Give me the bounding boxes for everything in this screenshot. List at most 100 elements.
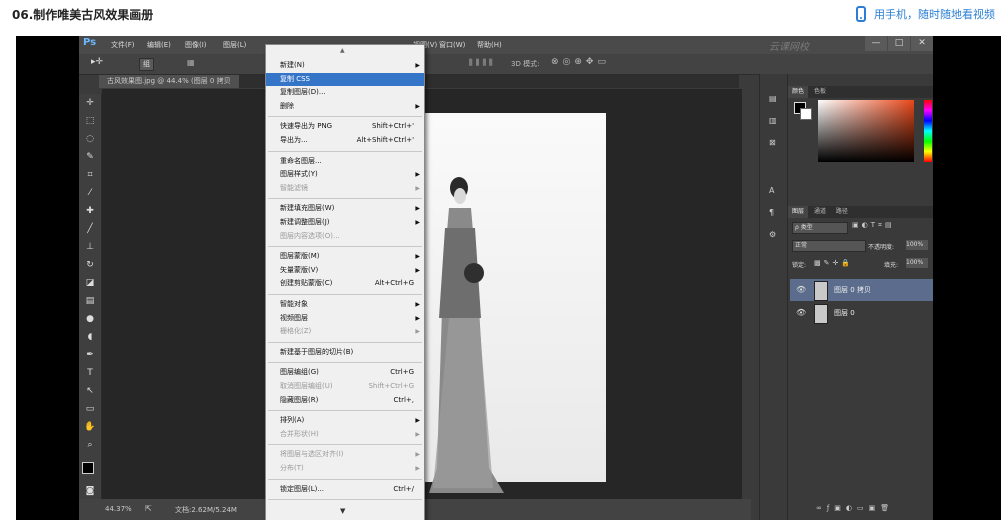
tab-swatches[interactable]: 色板: [810, 86, 830, 98]
restore-button[interactable]: □: [888, 36, 910, 51]
hue-slider[interactable]: [924, 100, 932, 162]
adjust-panel-icon[interactable]: ⊠: [769, 138, 776, 147]
tool-presets-icon[interactable]: ⚙: [769, 230, 776, 239]
visibility-eye-icon[interactable]: 👁: [796, 285, 806, 294]
tab-channels[interactable]: 通道: [810, 206, 830, 218]
healing-brush-icon[interactable]: ✚: [84, 206, 96, 217]
menu-item[interactable]: 图层内容选项(O)...: [266, 230, 424, 243]
tab-layers[interactable]: 图层: [788, 206, 809, 218]
eraser-tool-icon[interactable]: ◪: [84, 278, 96, 289]
menu-item[interactable]: 新建调整图层(J) ▶: [266, 216, 424, 229]
zoom-tool-icon[interactable]: ⌕: [84, 440, 96, 451]
menu-item[interactable]: 删除 ▶: [266, 100, 424, 113]
fill-input[interactable]: 100%: [906, 258, 928, 268]
menu-item[interactable]: 新建(N) ▶: [266, 59, 424, 72]
lasso-tool-icon[interactable]: ◌: [84, 134, 96, 145]
move-tool-icon[interactable]: ✛: [84, 98, 96, 109]
menu-item[interactable]: 排列(A) ▶: [266, 414, 424, 427]
color-picker-field[interactable]: [818, 100, 914, 162]
visibility-eye-icon[interactable]: 👁: [796, 308, 806, 317]
menu-item[interactable]: 创建剪贴蒙版(C) Alt+Ctrl+G: [266, 277, 424, 290]
crop-tool-icon[interactable]: ⌗: [84, 170, 96, 181]
history-brush-icon[interactable]: ↻: [84, 260, 96, 271]
gradient-tool-icon[interactable]: ▤: [84, 296, 96, 307]
tab-color[interactable]: 颜色: [788, 86, 809, 98]
scroll-down-arrow-icon[interactable]: ▼: [340, 507, 345, 515]
auto-select-dropdown[interactable]: 组: [139, 58, 154, 71]
menu-item[interactable]: 复制 CSS: [266, 72, 424, 86]
menu-item-label: 矢量蒙版(V): [280, 265, 319, 274]
panel-background-swatch[interactable]: [800, 108, 812, 120]
pen-tool-icon[interactable]: ✒: [84, 350, 96, 361]
3d-tools-icons[interactable]: ⊗◎⊕✥▭: [551, 57, 610, 67]
marquee-tool-icon[interactable]: ⬚: [84, 116, 96, 127]
menu-item-label: 新建填充图层(W): [280, 204, 335, 213]
menu-item[interactable]: 图层蒙版(M) ▶: [266, 250, 424, 263]
menubar-item[interactable]: 图层(L): [223, 40, 246, 50]
document-tab[interactable]: 古风效果图.jpg @ 44.4% (图层 0 拷贝: [99, 75, 239, 88]
menu-item[interactable]: 图层编组(G) Ctrl+G: [266, 366, 424, 379]
menubar-item[interactable]: 帮助(H): [477, 40, 502, 50]
menu-item[interactable]: 重命名图层...: [266, 155, 424, 168]
mobile-view-link[interactable]: 用手机，随时随地看视频: [856, 6, 995, 22]
layer-actions-bar[interactable]: ∞ƒ▣◐▭▣🗑: [816, 504, 894, 512]
type-tool-icon[interactable]: T: [84, 368, 96, 379]
menu-item[interactable]: 图层样式(Y) ▶: [266, 168, 424, 181]
menu-item[interactable]: 栅格化(Z) ▶: [266, 325, 424, 338]
menubar-item[interactable]: 窗口(W): [439, 40, 465, 50]
menu-item[interactable]: 视频图层 ▶: [266, 312, 424, 325]
dodge-tool-icon[interactable]: ◖: [84, 332, 96, 343]
blend-mode-dropdown[interactable]: 正常: [792, 240, 866, 252]
tab-paths[interactable]: 路径: [832, 206, 852, 218]
close-button[interactable]: ✕: [911, 36, 933, 51]
stamp-tool-icon[interactable]: ⊥: [84, 242, 96, 253]
menubar-item[interactable]: 编辑(E): [147, 40, 171, 50]
menu-item[interactable]: 锁定图层(L)... Ctrl+/: [266, 483, 424, 496]
menu-item[interactable]: 分布(T) ▶: [266, 462, 424, 475]
menu-item[interactable]: 取消图层编组(U) Shift+Ctrl+G: [266, 380, 424, 393]
menu-item[interactable]: 智能对象 ▶: [266, 298, 424, 311]
eyedropper-tool-icon[interactable]: ⁄: [84, 188, 96, 199]
path-select-icon[interactable]: ↖: [84, 386, 96, 397]
character-panel-icon[interactable]: A: [769, 186, 774, 195]
video-player[interactable]: Ps 文件(F) 编辑(E) 图像(I) 图层(L) 视图(V) 窗口(W) 帮助(H) 云…: [16, 36, 1001, 520]
export-icon[interactable]: ⇱: [145, 504, 152, 513]
history-panel-icon[interactable]: ▤: [769, 94, 777, 103]
foreground-color-swatch[interactable]: [82, 462, 94, 474]
brush-tool-icon[interactable]: ╱: [84, 224, 96, 235]
menu-item[interactable]: 智能滤镜 ▶: [266, 182, 424, 195]
menubar-item[interactable]: 图像(I): [185, 40, 207, 50]
layer-row[interactable]: 👁 图层 0: [790, 302, 933, 324]
layer-filter-icons[interactable]: ▣◐T⌗▤: [852, 221, 895, 230]
menu-item[interactable]: 隐藏图层(R) Ctrl+,: [266, 394, 424, 407]
layer-filter-dropdown[interactable]: ρ 类型: [792, 222, 848, 234]
align-icons[interactable]: ⫼⫼⫼⫼: [469, 58, 496, 68]
hand-tool-icon[interactable]: ✋: [84, 422, 96, 433]
menu-item[interactable]: 导出为... Alt+Shift+Ctrl+': [266, 134, 424, 147]
layer-thumbnail: [814, 281, 828, 301]
move-tool-icon[interactable]: ▸✛: [91, 57, 103, 67]
transform-controls-icon[interactable]: ▦: [187, 58, 195, 67]
menu-item[interactable]: 将图层与选区对齐(I) ▶: [266, 448, 424, 461]
menu-item[interactable]: 快速导出为 PNG Shift+Ctrl+': [266, 120, 424, 133]
quick-mask-icon[interactable]: ◙: [84, 486, 96, 497]
properties-panel-icon[interactable]: ▥: [769, 116, 777, 125]
minimize-button[interactable]: —: [865, 36, 887, 51]
menu-item[interactable]: 矢量蒙版(V) ▶: [266, 264, 424, 277]
menu-item-label: 新建(N): [280, 61, 305, 69]
lock-icons[interactable]: ▩✎✛🔒: [814, 259, 853, 267]
menubar-item[interactable]: 文件(F): [111, 40, 135, 50]
menu-item[interactable]: 合并形状(H) ▶: [266, 428, 424, 441]
layer-row[interactable]: 👁 图层 0 拷贝: [790, 279, 933, 301]
rectangle-tool-icon[interactable]: ▭: [84, 404, 96, 415]
paragraph-panel-icon[interactable]: ¶: [769, 208, 774, 217]
quick-select-tool-icon[interactable]: ✎: [84, 152, 96, 163]
blur-tool-icon[interactable]: ●: [84, 314, 96, 325]
menu-item[interactable]: 新建填充图层(W) ▶: [266, 202, 424, 215]
menu-item[interactable]: 复制图层(D)...: [266, 86, 424, 99]
opacity-input[interactable]: 100%: [906, 240, 928, 250]
scroll-up-arrow-icon[interactable]: ▲: [340, 47, 345, 54]
window-controls: — □ ✕: [864, 36, 933, 52]
menu-item[interactable]: 新建基于图层的切片(B): [266, 346, 424, 359]
zoom-level[interactable]: 44.37%: [105, 505, 132, 513]
